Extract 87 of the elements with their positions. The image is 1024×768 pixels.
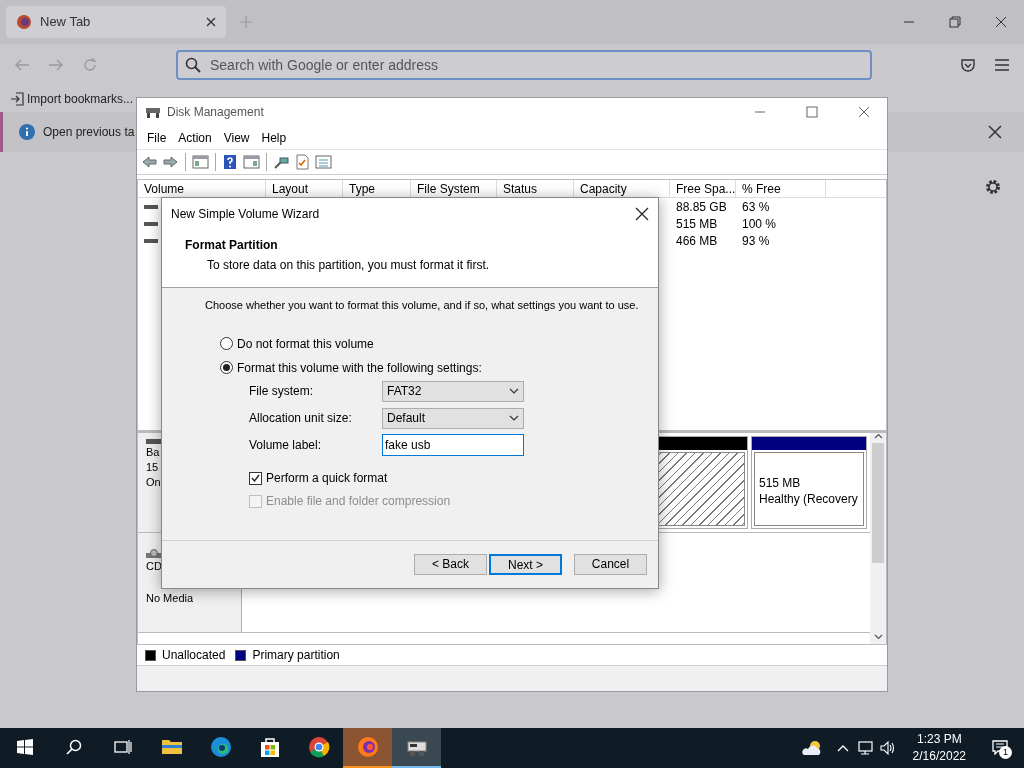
connect-icon[interactable] — [273, 154, 290, 170]
back-icon[interactable] — [141, 154, 158, 170]
checkbox[interactable]: Perform a quick format — [249, 466, 658, 490]
partition-size: 515 MB — [759, 475, 802, 491]
console-tree-icon[interactable] — [192, 154, 209, 170]
legend-label: Unallocated — [162, 647, 226, 664]
menu-item[interactable]: View — [217, 128, 256, 147]
disk-info-text: Ba — [146, 445, 160, 460]
notification-text: Open previous ta — [43, 124, 135, 141]
bookmark[interactable]: Import bookmarks... — [10, 90, 134, 108]
panel-icon[interactable] — [243, 154, 260, 170]
taskbar-app[interactable] — [392, 728, 441, 768]
notification-icon — [992, 739, 1008, 755]
menu-item[interactable]: Action — [172, 128, 218, 147]
dropdown[interactable]: FAT32 — [382, 380, 524, 402]
instruction-text: Choose whether you want to format this volume, and if so, what settings you want to use. — [205, 298, 639, 313]
field-label: File system: — [249, 383, 314, 400]
search-icon — [65, 739, 82, 755]
input-field[interactable]: fake usb — [382, 434, 524, 456]
pocket-icon[interactable] — [960, 57, 976, 73]
edge-icon — [209, 736, 232, 758]
chevron-up-icon[interactable] — [836, 744, 849, 752]
scroll-up-icon — [873, 433, 883, 439]
scroll-down-icon — [873, 634, 883, 640]
wizard-button[interactable]: Next > — [489, 554, 562, 575]
menu-item[interactable]: File — [141, 128, 173, 147]
address-field[interactable]: Search with Google or enter address — [176, 50, 872, 80]
info-icon — [19, 124, 35, 140]
dialog-heading: Format Partition — [185, 237, 279, 254]
table-cell-text: 93 % — [741, 232, 771, 250]
windows-icon — [16, 739, 33, 755]
disk-management-icon — [145, 105, 161, 119]
close-icon[interactable] — [988, 125, 1002, 139]
import-icon — [10, 92, 24, 106]
radio-option[interactable]: Format this volume with the following settings: — [220, 357, 658, 378]
help-icon[interactable] — [222, 154, 239, 170]
task-view-icon — [113, 739, 132, 755]
drive-icon — [144, 220, 158, 227]
checklist-icon[interactable] — [294, 154, 311, 170]
cd-drive-icon — [146, 549, 162, 559]
browser-tab[interactable]: New Tab — [6, 6, 226, 38]
partition[interactable]: 515 MB Healthy (Recovery — [751, 436, 867, 529]
settings-icon[interactable] — [984, 178, 1002, 196]
legend-label: Primary partition — [252, 647, 340, 664]
drive-icon — [144, 203, 158, 210]
dialog-title: New Simple Volume Wizard — [171, 206, 321, 223]
column-header[interactable]: Free Spa... — [670, 180, 736, 197]
disk-info-text: 15 — [146, 460, 159, 475]
checkmark-icon — [251, 474, 260, 482]
field-label: Volume label: — [249, 437, 323, 454]
notifications-button[interactable]: 1 — [976, 728, 1024, 768]
close-icon[interactable] — [206, 17, 216, 27]
disk-info-text: CD — [146, 559, 162, 574]
drive-icon — [144, 237, 158, 244]
close-icon[interactable] — [635, 207, 649, 221]
forward-icon[interactable] — [162, 154, 179, 170]
firefox-icon — [16, 14, 32, 30]
firefox-icon — [356, 736, 379, 758]
wizard-button[interactable]: < Back — [414, 554, 487, 575]
radio-option[interactable]: Do not format this volume — [220, 333, 658, 354]
field-label: Allocation unit size: — [249, 410, 353, 427]
weather-icon[interactable] — [800, 740, 823, 756]
table-cell-text: 100 % — [741, 215, 778, 233]
dropdown[interactable]: Default — [382, 407, 524, 429]
menu-item[interactable]: Help — [255, 128, 293, 147]
store-icon — [258, 736, 281, 758]
chrome-icon — [307, 736, 330, 758]
network-icon[interactable] — [856, 740, 873, 756]
wizard-button[interactable]: Cancel — [574, 554, 647, 575]
table-cell-text: 63 % — [741, 198, 771, 216]
column-header[interactable]: % Free — [736, 180, 826, 197]
clock[interactable]: 1:23 PM 2/16/2022 — [902, 731, 976, 765]
disk-info-text: No Media — [146, 591, 194, 606]
tab-title: New Tab — [40, 13, 92, 32]
window-title: Disk Management — [167, 104, 265, 121]
table-cell-text: 88.85 GB — [675, 198, 728, 216]
caret-icon — [509, 388, 519, 394]
partition-status: Healthy (Recovery — [759, 491, 859, 507]
volume-icon[interactable] — [878, 740, 895, 756]
notification-count: 1 — [999, 745, 1012, 759]
dialog-subheading: To store data on this partition, you must format it first. — [207, 257, 491, 274]
caret-icon — [509, 415, 519, 421]
disk-info-text: On — [146, 475, 161, 490]
menu-icon[interactable] — [994, 58, 1010, 72]
table-cell-text: 466 MB — [675, 232, 719, 250]
table-cell-text: 515 MB — [675, 215, 719, 233]
scrollbar[interactable] — [870, 433, 886, 644]
